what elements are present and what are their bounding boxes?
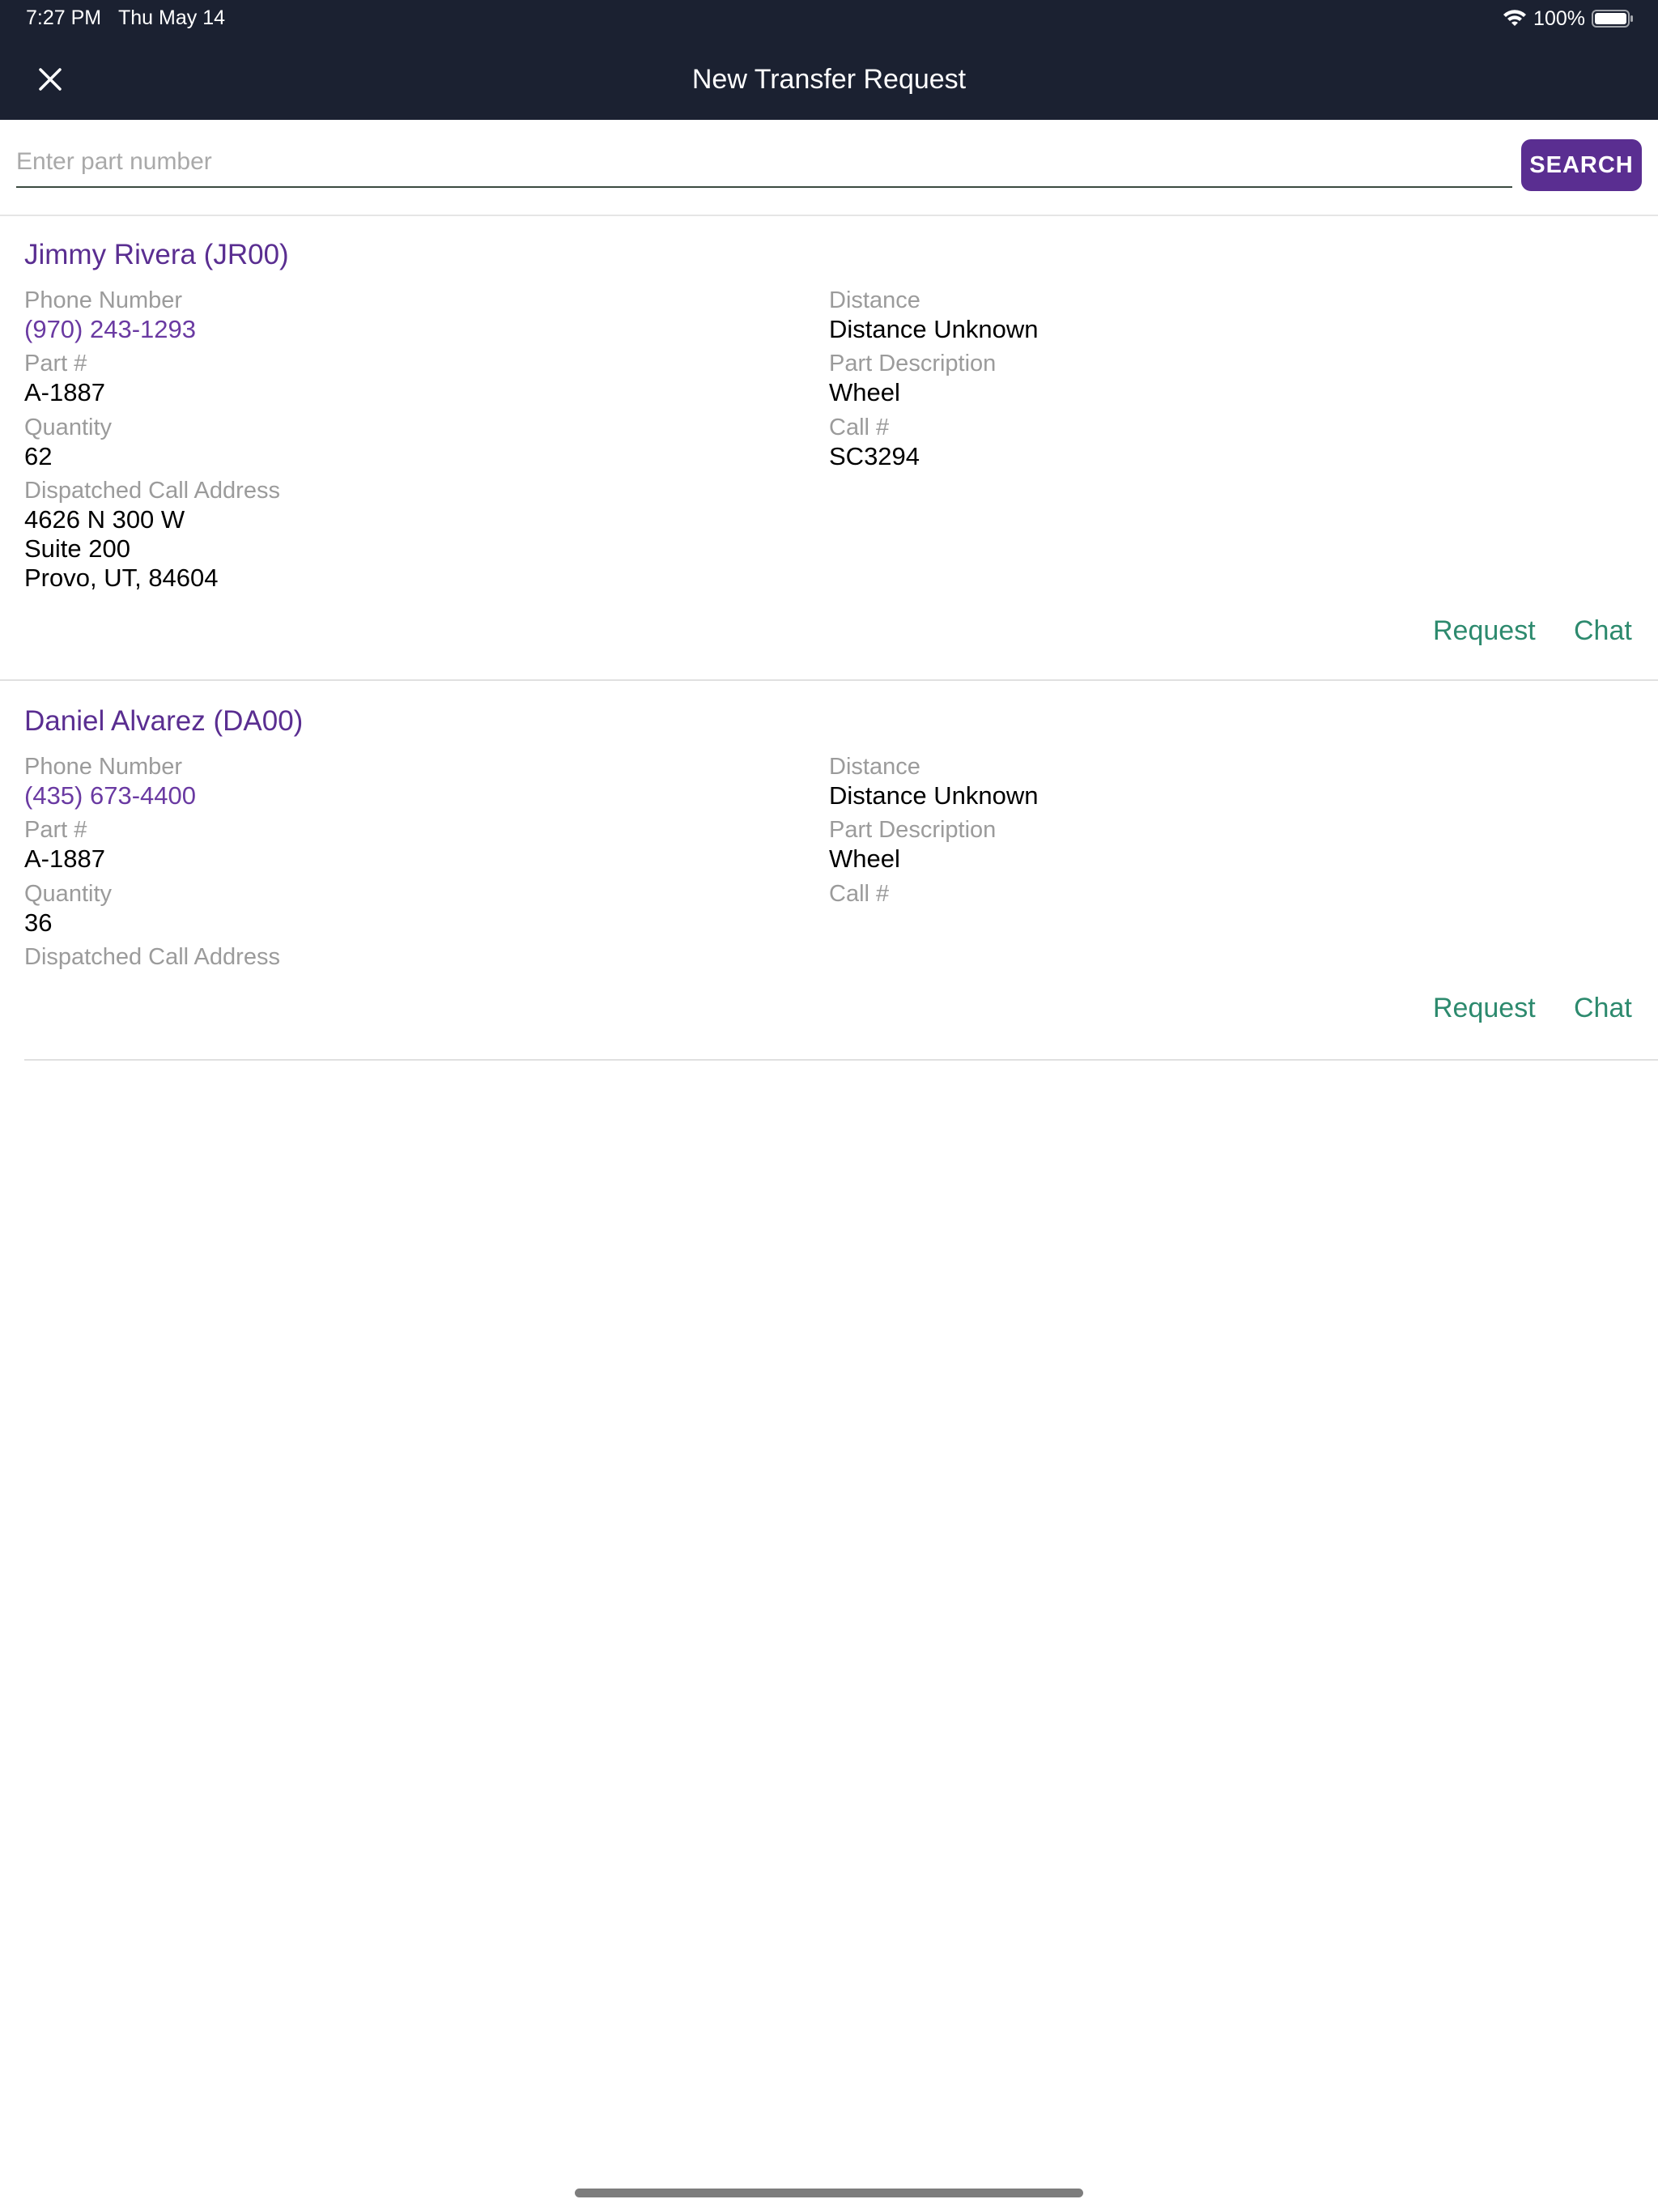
part-description-field: Part Description Wheel: [829, 816, 996, 874]
phone-label: Phone Number: [24, 754, 183, 780]
address-label: Dispatched Call Address: [24, 478, 280, 504]
request-button[interactable]: Request: [1433, 613, 1536, 649]
part-number-input[interactable]: [16, 138, 1512, 188]
card-divider: [0, 679, 1658, 681]
search-button[interactable]: SEARCH: [1521, 139, 1642, 191]
part-number-label: Part #: [24, 817, 87, 843]
search-bar: SEARCH: [0, 120, 1658, 216]
status-date: Thu May 14: [118, 6, 226, 29]
part-description-value: Wheel: [829, 378, 900, 406]
part-description-field: Part Description Wheel: [829, 350, 996, 407]
wifi-icon: [1503, 10, 1527, 26]
address-line: Suite 200: [24, 534, 130, 563]
part-number-field: Part # A-1887: [24, 350, 105, 407]
address-field: Dispatched Call Address: [24, 943, 280, 972]
address-line: Provo, UT, 84604: [24, 564, 219, 592]
part-description-label: Part Description: [829, 817, 997, 843]
part-number-value: A-1887: [24, 844, 105, 873]
quantity-label: Quantity: [24, 415, 112, 440]
part-number-value: A-1887: [24, 378, 105, 406]
call-number-value: SC3294: [829, 442, 920, 470]
technician-name: Jimmy Rivera (JR00): [24, 239, 289, 270]
call-number-field: Call #: [829, 880, 889, 908]
chat-button[interactable]: Chat: [1574, 613, 1632, 649]
distance-value: Distance Unknown: [829, 315, 1039, 343]
quantity-field: Quantity 62: [24, 414, 112, 471]
distance-label: Distance: [829, 754, 920, 780]
distance-field: Distance Distance Unknown: [829, 753, 1038, 810]
request-button[interactable]: Request: [1433, 990, 1536, 1026]
result-card: Jimmy Rivera (JR00) Phone Number (970) 2…: [0, 235, 1658, 681]
distance-label: Distance: [829, 287, 920, 313]
battery-icon: [1592, 10, 1633, 28]
part-number-field: Part # A-1887: [24, 816, 105, 874]
app-header: 7:27 PM Thu May 14 100% New Transfer Req…: [0, 0, 1658, 120]
status-time: 7:27 PM: [26, 6, 102, 29]
phone-field: Phone Number (970) 243-1293: [24, 287, 196, 344]
part-number-label: Part #: [24, 351, 87, 376]
quantity-label: Quantity: [24, 881, 112, 907]
technician-name: Daniel Alvarez (DA00): [24, 705, 304, 737]
chat-button[interactable]: Chat: [1574, 990, 1632, 1026]
call-number-label: Call #: [829, 415, 890, 440]
address-field: Dispatched Call Address 4626 N 300 W Sui…: [24, 477, 280, 593]
result-card: Daniel Alvarez (DA00) Phone Number (435)…: [24, 701, 1658, 1061]
call-number-field: Call # SC3294: [829, 414, 920, 471]
quantity-value: 62: [24, 442, 53, 470]
quantity-field: Quantity 36: [24, 880, 112, 938]
part-description-value: Wheel: [829, 844, 900, 873]
phone-link[interactable]: (970) 243-1293: [24, 315, 196, 344]
battery-percent: 100%: [1533, 6, 1585, 30]
phone-link[interactable]: (435) 673-4400: [24, 781, 196, 810]
part-description-label: Part Description: [829, 351, 997, 376]
phone-label: Phone Number: [24, 287, 183, 313]
phone-field: Phone Number (435) 673-4400: [24, 753, 196, 810]
card-divider: [24, 1059, 1658, 1061]
quantity-value: 36: [24, 908, 53, 937]
address-line: 4626 N 300 W: [24, 505, 185, 534]
home-indicator[interactable]: [575, 2189, 1083, 2197]
page-title: New Transfer Request: [691, 64, 967, 95]
status-indicators: 100%: [1503, 6, 1634, 31]
call-number-label: Call #: [829, 881, 890, 907]
address-label: Dispatched Call Address: [24, 944, 280, 970]
distance-field: Distance Distance Unknown: [829, 287, 1038, 344]
distance-value: Distance Unknown: [829, 781, 1039, 810]
